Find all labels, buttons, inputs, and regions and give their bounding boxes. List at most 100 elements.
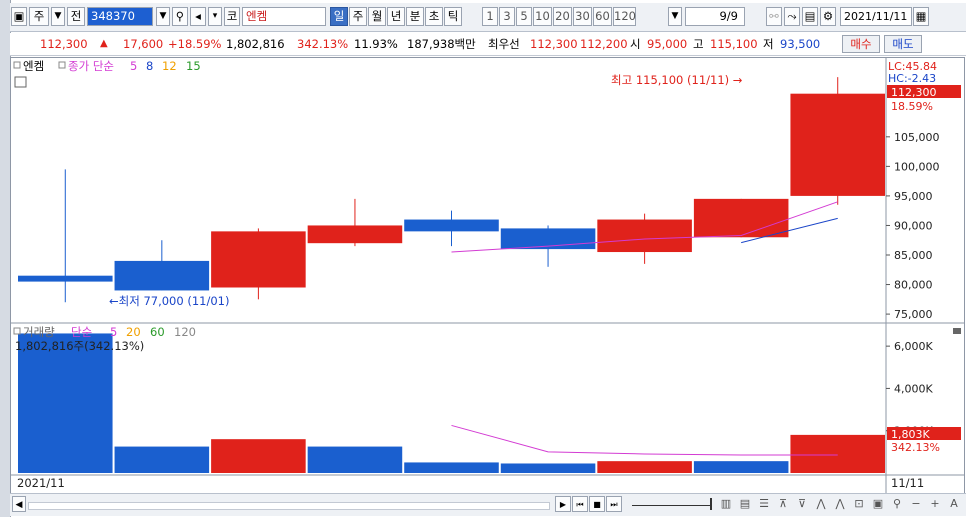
- legend-box-icon: [13, 327, 21, 335]
- interval-dropdown-icon[interactable]: ▼: [668, 7, 682, 26]
- price-tick-label: 105,000: [894, 131, 940, 144]
- window-icon[interactable]: ▣: [11, 7, 27, 26]
- last-icon[interactable]: ⏭: [606, 496, 622, 512]
- volume-bar: [500, 463, 596, 473]
- trade-amount: 187,938백만: [407, 37, 476, 51]
- compare-icon[interactable]: ⤳: [784, 7, 800, 26]
- tool-5-icon[interactable]: ⊡: [851, 496, 867, 512]
- price-legend-period: 15: [186, 59, 201, 73]
- volume-bar: [18, 333, 113, 473]
- stock-name-field[interactable]: 엔켐: [242, 7, 326, 26]
- legend-box-icon: [58, 61, 66, 69]
- x-axis-right-label: 11/11: [891, 476, 924, 490]
- price-legend-name: 엔켐: [23, 59, 44, 73]
- low-price-note: ←최저 77,000 (11/01): [109, 294, 229, 308]
- code-dropdown-icon[interactable]: ▼: [156, 7, 170, 26]
- price-legend-period: 12: [162, 59, 177, 73]
- interval-10-button[interactable]: 10: [533, 7, 552, 26]
- stop-icon[interactable]: ■: [589, 496, 605, 512]
- interval-60-button[interactable]: 60: [593, 7, 612, 26]
- date-field[interactable]: 2021/11/11: [840, 7, 912, 26]
- zoom-slider-handle[interactable]: [710, 498, 712, 510]
- period-3-button[interactable]: 년: [387, 7, 405, 26]
- up-arrow-icon: ▲: [100, 38, 108, 49]
- last-price-tag: 112,300: [891, 86, 937, 99]
- page-counter: 9/9: [685, 7, 745, 26]
- stock-type-select[interactable]: 주: [29, 7, 49, 26]
- period-5-button[interactable]: 초: [425, 7, 443, 26]
- speaker-dropdown-icon[interactable]: ▾: [208, 7, 222, 26]
- period-0-button[interactable]: 일: [330, 7, 348, 26]
- play-icon[interactable]: ▶: [555, 496, 571, 512]
- sell-button[interactable]: 매도: [884, 35, 922, 53]
- type-dropdown-icon[interactable]: ▼: [51, 7, 65, 26]
- tool-6-icon[interactable]: ▣: [870, 496, 886, 512]
- hc-label: HC:-2.43: [888, 72, 936, 85]
- layout-icon[interactable]: ▤: [737, 496, 753, 512]
- chart-area: 75,000 80,000 85,000 90,000 95,000 100,000 105…: [10, 57, 965, 499]
- last-pct-tag: 18.59%: [891, 100, 933, 113]
- volume-tick-label: 6,000K: [894, 340, 933, 353]
- open-price: 95,000: [647, 37, 688, 51]
- candle-body: [18, 275, 113, 282]
- text-icon[interactable]: A: [946, 496, 962, 512]
- zoom-in-icon[interactable]: +: [927, 496, 943, 512]
- price-change: 17,600: [123, 37, 164, 51]
- period-6-button[interactable]: 틱: [444, 7, 462, 26]
- volume-bar: [307, 446, 403, 473]
- bid-price: 112,200: [580, 37, 628, 51]
- candle-body: [114, 260, 210, 291]
- quote-bar: 112,300 ▲ 17,600 +18.59% 1,802,816 342.1…: [10, 33, 966, 56]
- volume-value-text: 1,802,816주(342.13%): [15, 339, 144, 353]
- interval-1-button[interactable]: 1: [482, 7, 498, 26]
- period-1-button[interactable]: 주: [349, 7, 367, 26]
- interval-20-button[interactable]: 20: [553, 7, 572, 26]
- price-tick-label: 85,000: [894, 249, 933, 262]
- chart-window: ▣ 주 ▼ 전 348370 ▼ ⚲ ◂ ▾ 코 엔켐 일주월년분초틱 1351…: [0, 0, 966, 517]
- price-tick-label: 95,000: [894, 190, 933, 203]
- calendar-icon[interactable]: ▦: [913, 7, 929, 26]
- interval-5-button[interactable]: 5: [516, 7, 532, 26]
- market-label: 코: [224, 7, 240, 26]
- scroll-left-icon[interactable]: ◀: [12, 496, 26, 512]
- legend-box-icon: [13, 61, 21, 69]
- search-icon[interactable]: ⚲: [889, 496, 905, 512]
- last-volume-pct-tag: 342.13%: [891, 441, 940, 454]
- high-label: 고: [693, 37, 704, 51]
- price-legend-period: 5: [130, 59, 137, 73]
- save-icon[interactable]: ▤: [802, 7, 818, 26]
- jeon-button[interactable]: 전: [67, 7, 85, 26]
- period-2-button[interactable]: 월: [368, 7, 386, 26]
- buy-button[interactable]: 매수: [842, 35, 880, 53]
- candle-body: [597, 219, 692, 253]
- interval-30-button[interactable]: 30: [573, 7, 592, 26]
- volume-ma5-line: [451, 424, 838, 456]
- link-icon[interactable]: ⚯: [766, 7, 782, 26]
- zoom-out-icon[interactable]: −: [908, 496, 924, 512]
- list-icon[interactable]: ☰: [756, 496, 772, 512]
- open-label: 시: [630, 37, 641, 51]
- best-price-label: 최우선: [488, 37, 520, 51]
- turnover-rate: 11.93%: [354, 37, 398, 51]
- change-percent: +18.59%: [168, 37, 222, 51]
- candle-body: [790, 93, 885, 196]
- tool-3-icon[interactable]: ⋀: [813, 496, 829, 512]
- chart-toolbar: ▣ 주 ▼ 전 348370 ▼ ⚲ ◂ ▾ 코 엔켐 일주월년분초틱 1351…: [10, 3, 966, 32]
- current-price: 112,300: [40, 37, 88, 51]
- first-icon[interactable]: ⏮: [572, 496, 588, 512]
- interval-120-button[interactable]: 120: [613, 7, 636, 26]
- zoom-slider[interactable]: [632, 505, 712, 506]
- tool-1-icon[interactable]: ⊼: [775, 496, 791, 512]
- tool-2-icon[interactable]: ⊽: [794, 496, 810, 512]
- period-4-button[interactable]: 분: [406, 7, 424, 26]
- horizontal-scrollbar[interactable]: [28, 502, 550, 510]
- stock-code-input[interactable]: 348370: [87, 7, 153, 26]
- search-icon[interactable]: ⚲: [172, 7, 188, 26]
- x-axis-left-label: 2021/11: [17, 476, 65, 490]
- gear-icon[interactable]: ⚙: [820, 7, 836, 26]
- grid-icon[interactable]: ▥: [718, 496, 734, 512]
- tool-4-icon[interactable]: ⋀: [832, 496, 848, 512]
- speaker-icon[interactable]: ◂: [190, 7, 206, 26]
- interval-3-button[interactable]: 3: [499, 7, 515, 26]
- volume-bar: [790, 434, 885, 473]
